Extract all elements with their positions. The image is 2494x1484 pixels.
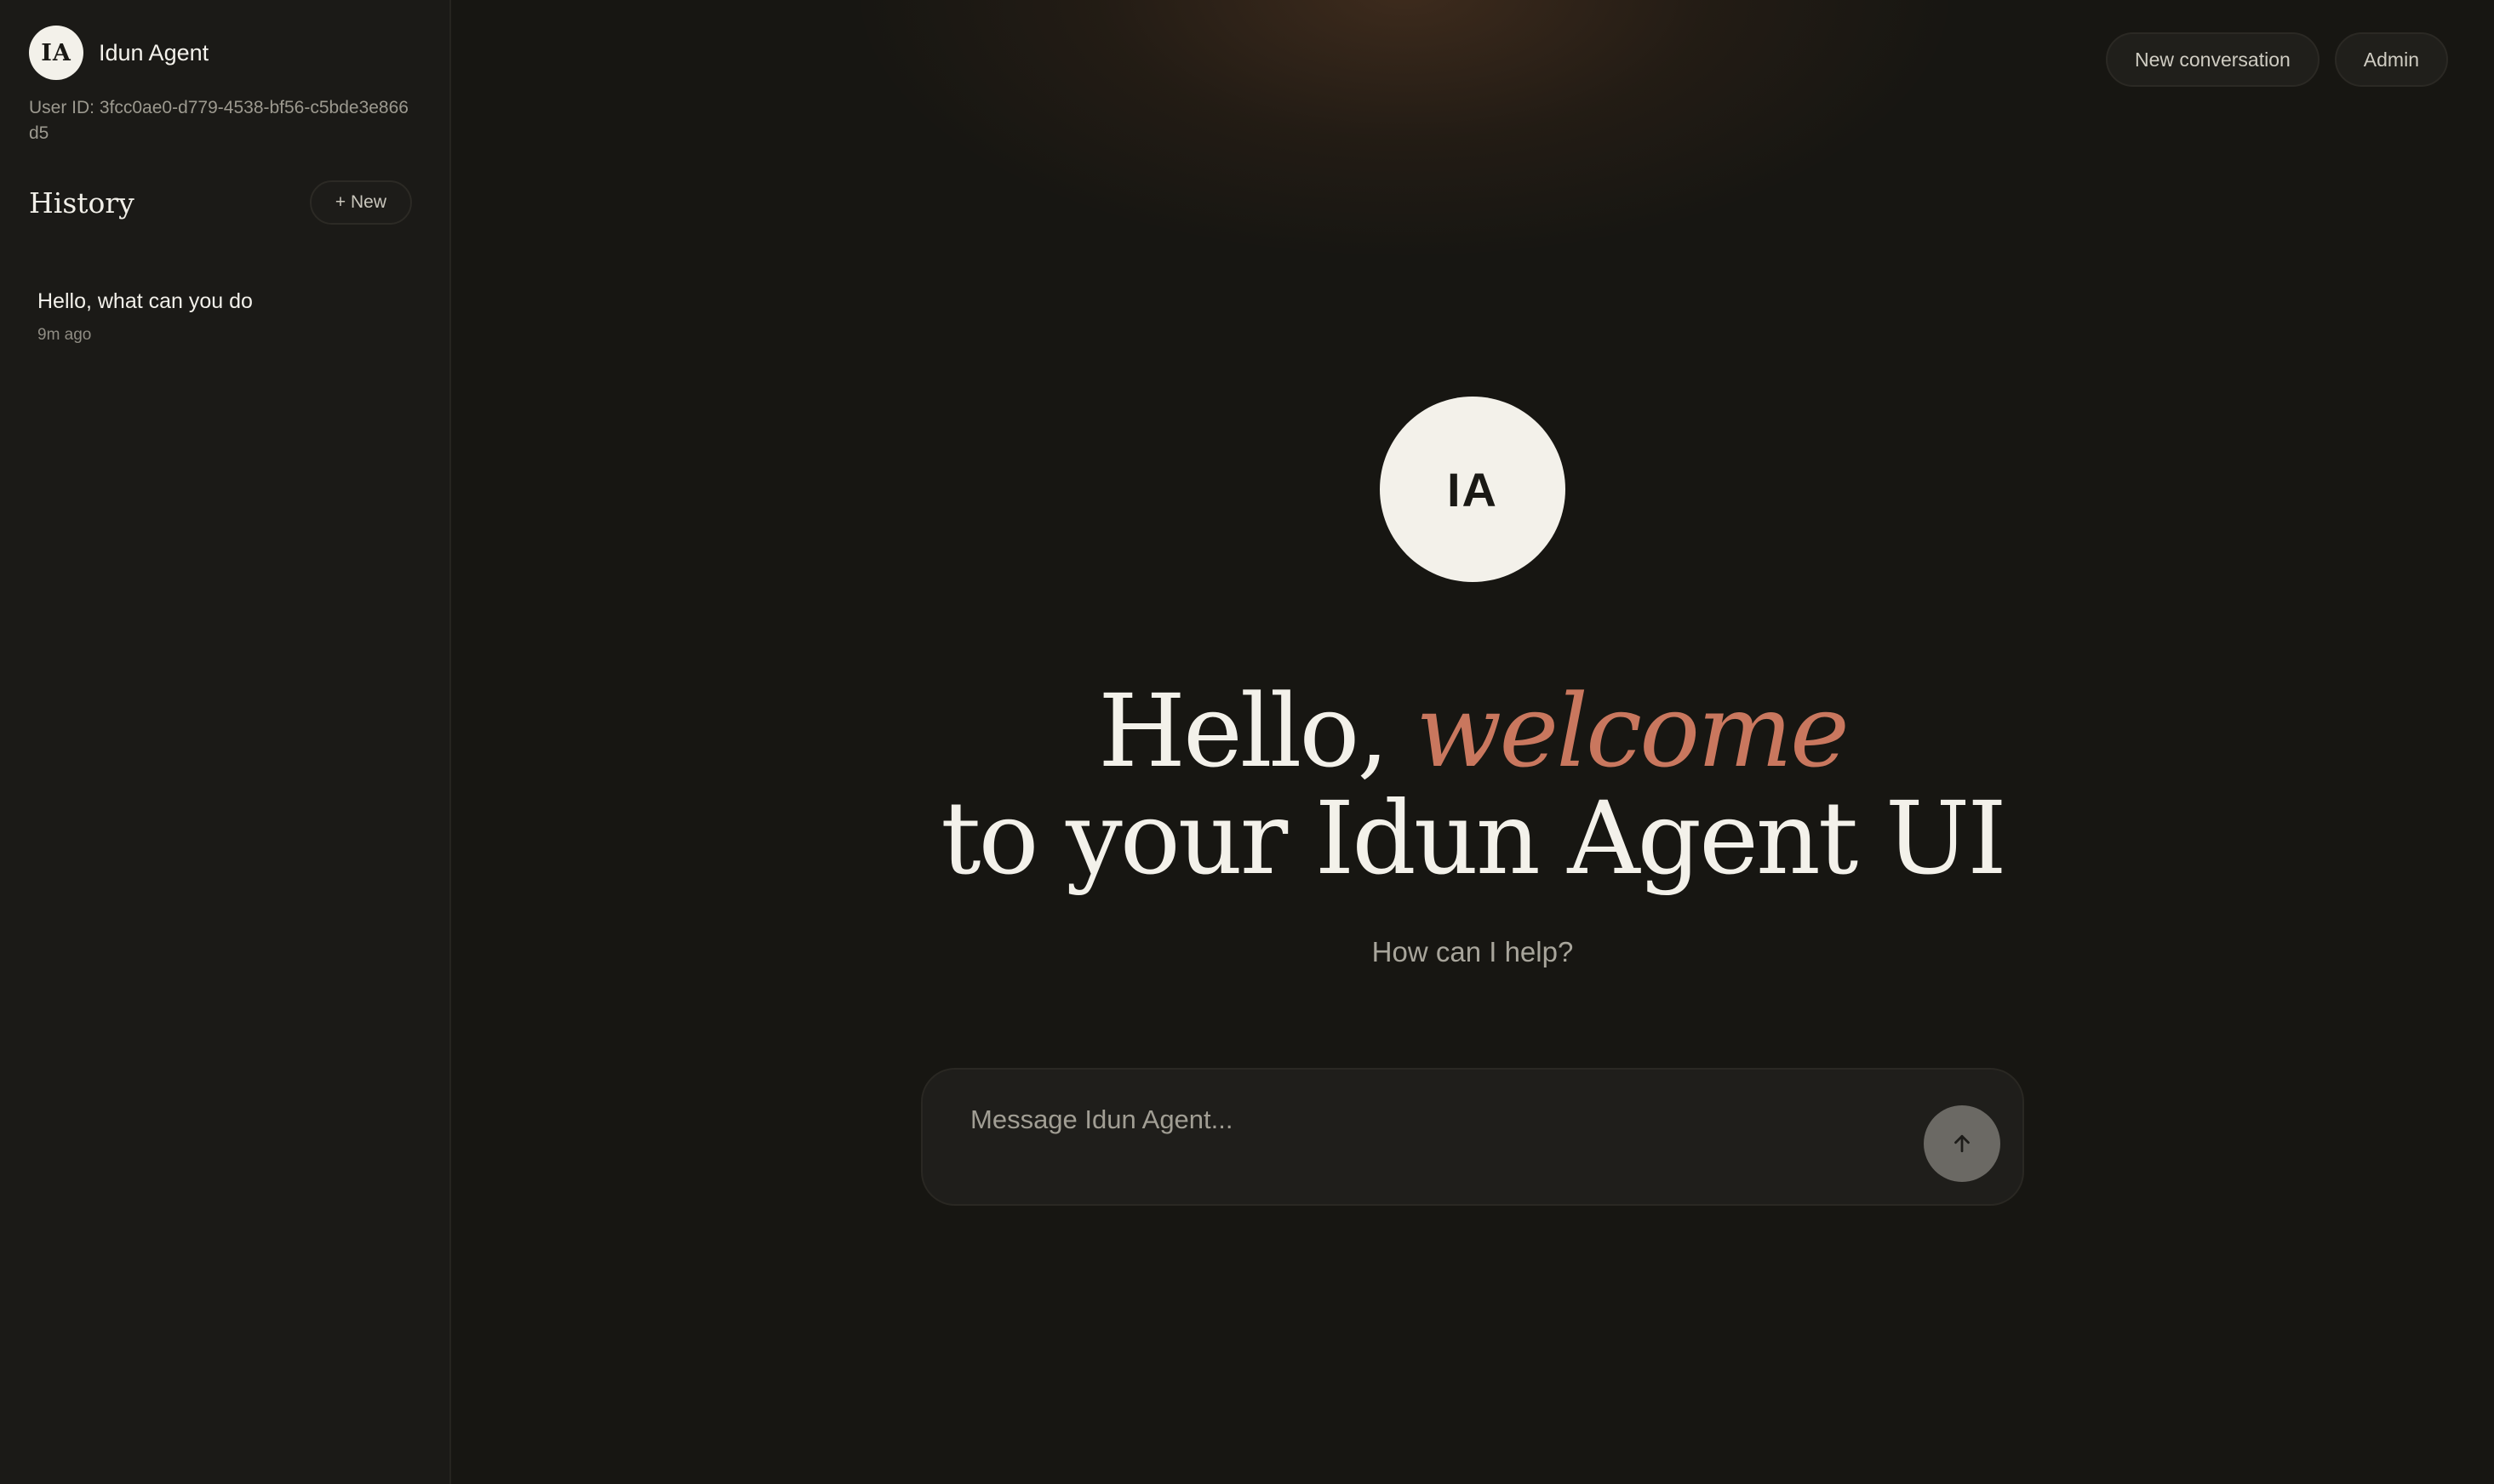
new-conversation-button[interactable]: New conversation	[2105, 32, 2320, 87]
sidebar: IA Idun Agent User ID: 3fcc0ae0-d779-453…	[0, 0, 451, 1484]
history-item-time: 9m ago	[37, 326, 92, 344]
brand: IA Idun Agent	[29, 26, 209, 80]
message-input[interactable]	[969, 1099, 1888, 1141]
history-title: History	[29, 186, 134, 220]
app-window: IA Idun Agent User ID: 3fcc0ae0-d779-453…	[0, 0, 2494, 1484]
history-item[interactable]: Hello, what can you do 9m ago	[20, 274, 420, 360]
brand-avatar: IA	[29, 26, 83, 80]
top-actions: New conversation Admin	[2105, 32, 2448, 87]
welcome-hero: IA Hello, welcome to your Idun Agent UI …	[451, 397, 2494, 968]
welcome-subtitle: How can I help?	[1371, 936, 1574, 967]
headline-accent: welcome	[1416, 672, 1849, 790]
agent-avatar: IA	[1380, 397, 1565, 582]
history-header: History + New	[29, 180, 412, 225]
headline-line-2: to your Idun Agent UI	[941, 779, 2007, 897]
admin-button[interactable]: Admin	[2334, 32, 2448, 87]
send-button[interactable]	[1924, 1105, 2000, 1182]
welcome-headline: Hello, welcome to your Idun Agent UI	[941, 677, 2007, 892]
main-panel: New conversation Admin IA Hello, welcome…	[451, 0, 2494, 1484]
history-item-title: Hello, what can you do	[37, 289, 253, 313]
message-composer	[921, 1068, 2024, 1206]
headline-prefix: Hello,	[1098, 672, 1416, 790]
arrow-up-icon	[1954, 1134, 1970, 1153]
brand-name: Idun Agent	[99, 39, 209, 66]
background-glow	[860, 0, 1949, 255]
new-chat-button[interactable]: + New	[309, 180, 412, 225]
user-id: User ID: 3fcc0ae0-d779-4538-bf56-c5bde3e…	[29, 98, 409, 143]
